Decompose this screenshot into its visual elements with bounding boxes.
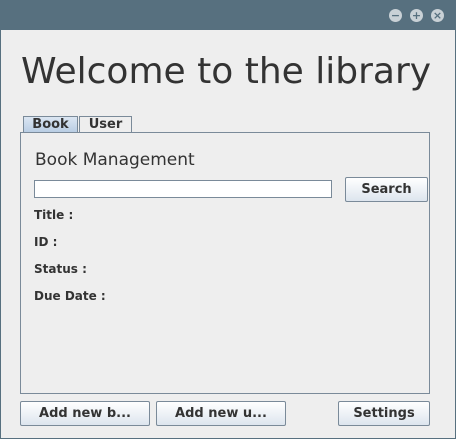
add-user-button[interactable]: Add new u... xyxy=(156,401,286,426)
id-label: ID : xyxy=(34,235,58,249)
tab-book[interactable]: Book xyxy=(23,116,78,132)
tab-user[interactable]: User xyxy=(79,116,132,132)
add-book-button[interactable]: Add new b... xyxy=(20,401,150,426)
minimize-icon[interactable]: − xyxy=(389,9,402,22)
settings-button[interactable]: Settings xyxy=(338,401,430,426)
window-titlebar: − + × xyxy=(0,0,456,30)
search-button[interactable]: Search xyxy=(345,177,428,202)
maximize-icon[interactable]: + xyxy=(410,9,423,22)
close-icon[interactable]: × xyxy=(431,9,444,22)
panel-title: Book Management xyxy=(35,150,195,170)
title-label: Title : xyxy=(34,208,74,222)
search-input[interactable] xyxy=(34,180,332,198)
page-title: Welcome to the library xyxy=(21,51,432,92)
due-date-label: Due Date : xyxy=(34,289,106,303)
status-label: Status : xyxy=(34,262,87,276)
